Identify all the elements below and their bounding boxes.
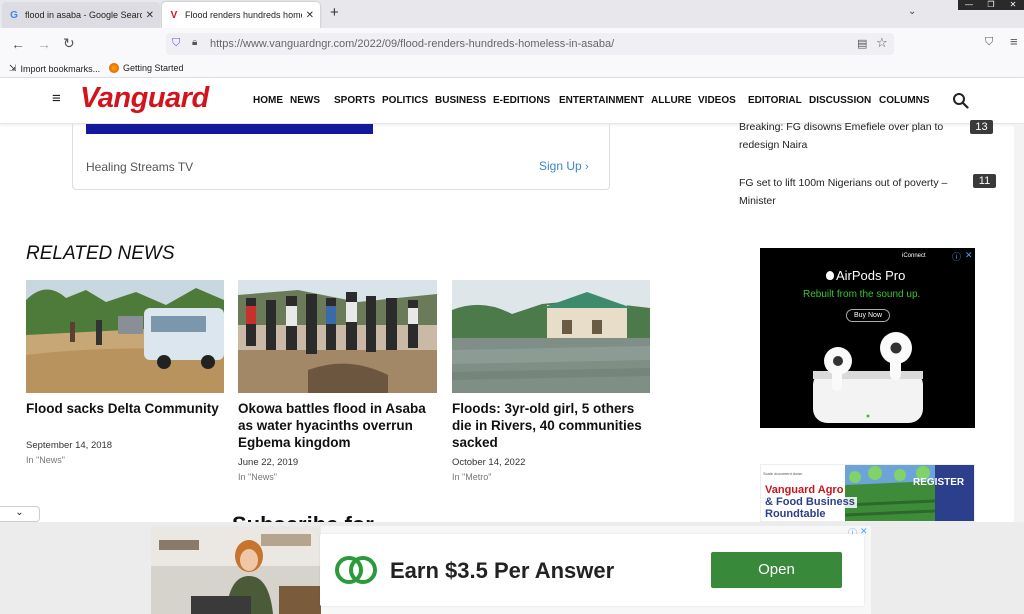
related-category-3: In "Metro" xyxy=(452,472,492,482)
related-title-3[interactable]: Floods: 3yr-old girl, 5 others die in Ri… xyxy=(452,400,652,451)
tab-vanguard-article[interactable]: V Flood renders hundreds homeless in Asa… xyxy=(162,2,320,28)
apple-logo-icon xyxy=(826,271,834,280)
bookmark-label: Getting Started xyxy=(123,63,184,73)
sponsor-name: Healing Streams TV xyxy=(86,160,194,174)
sign-up-label: Sign Up xyxy=(539,159,582,173)
airpods-brand: AirPods Pro xyxy=(826,268,905,283)
nav-sports[interactable]: SPORTS xyxy=(334,95,375,106)
related-title-2[interactable]: Okowa battles flood in Asaba as water hy… xyxy=(238,400,438,451)
airpods-ad[interactable]: iConnect ⓘ ✕ AirPods Pro Rebuilt from th… xyxy=(760,248,975,428)
agro-title-2: & Food Business xyxy=(763,496,857,508)
import-icon: ⇲ xyxy=(9,63,17,73)
window-controls: — ❐ ✕ xyxy=(958,0,1024,10)
nav-home[interactable]: HOME xyxy=(253,95,283,106)
url-text[interactable]: https://www.vanguardngr.com/2022/09/floo… xyxy=(210,38,614,50)
related-date-1: September 14, 2018 xyxy=(26,440,113,451)
agro-title-3: Roundtable xyxy=(763,508,828,520)
reload-icon[interactable]: ↻ xyxy=(63,35,75,52)
back-icon[interactable]: ← xyxy=(11,36,25,52)
related-title-1[interactable]: Flood sacks Delta Community xyxy=(26,400,226,417)
ad-info-icon[interactable]: ⓘ xyxy=(952,250,961,263)
sign-up-link[interactable]: Sign Up › xyxy=(539,159,589,173)
earn-ad-headline: Earn $3.5 Per Answer xyxy=(390,558,615,583)
search-icon[interactable] xyxy=(952,92,969,109)
tab-title: Flood renders hundreds homeless in Asaba xyxy=(185,10,302,20)
related-date-2: June 22, 2019 xyxy=(238,457,299,468)
interlocking-rings-logo-icon xyxy=(335,556,377,584)
tab-title: flood in asaba - Google Search xyxy=(25,10,142,20)
nav-business[interactable]: BUSINESS xyxy=(435,95,486,106)
close-tab-icon[interactable]: ✕ xyxy=(306,10,314,21)
open-button[interactable]: Open xyxy=(711,552,842,588)
reader-view-icon[interactable]: ▤ xyxy=(857,37,867,50)
nav-videos[interactable]: VIDEOS xyxy=(698,95,736,106)
rank-badge: 13 xyxy=(970,120,993,134)
bookmark-import[interactable]: ⇲ Import bookmarks... xyxy=(9,63,100,74)
close-tab-icon[interactable]: ✕ xyxy=(146,10,154,21)
ad-partner: iConnect xyxy=(902,253,926,259)
nav-editorial[interactable]: EDITORIAL xyxy=(748,95,802,106)
pocket-icon[interactable]: ⛉ xyxy=(985,36,993,49)
related-category-1: In "News" xyxy=(26,455,65,465)
register-label[interactable]: REGISTER xyxy=(913,477,964,488)
nav-entertainment[interactable]: ENTERTAINMENT xyxy=(559,95,644,106)
airpods-tagline: Rebuilt from the sound up. xyxy=(803,289,921,300)
maximize-icon[interactable]: ❐ xyxy=(980,0,1002,10)
bookmark-star-icon[interactable]: ☆ xyxy=(876,35,888,51)
related-news-heading: RELATED NEWS xyxy=(26,243,175,264)
google-icon: G xyxy=(10,9,18,21)
site-logo[interactable]: Vanguard xyxy=(80,82,209,115)
nav-e-editions[interactable]: E-EDITIONS xyxy=(493,95,550,106)
nav-news[interactable]: NEWS xyxy=(290,95,320,106)
nav-allure[interactable]: ALLURE xyxy=(651,95,692,106)
agro-fine-print: Scale document down xyxy=(763,471,803,476)
airpods-product-image xyxy=(813,332,923,423)
buy-now-button[interactable]: Buy Now xyxy=(846,309,890,322)
page-scrollbar[interactable] xyxy=(1014,124,1024,522)
related-category-2: In "News" xyxy=(238,472,277,482)
close-window-icon[interactable]: ✕ xyxy=(1002,0,1024,10)
ad-close-icon[interactable]: ✕ xyxy=(965,250,973,261)
ad-photo-woman-laptop xyxy=(151,526,321,614)
tab-google-search[interactable]: G flood in asaba - Google Search ✕ xyxy=(2,2,160,28)
farm-image xyxy=(845,465,935,521)
rank-badge: 11 xyxy=(973,174,996,188)
sponsor-card xyxy=(72,124,610,190)
related-date-3: October 14, 2022 xyxy=(452,457,526,468)
trending-item[interactable]: Breaking: FG disowns Emefiele over plan … xyxy=(739,118,967,154)
chevron-right-icon: › xyxy=(585,161,589,173)
nav-politics[interactable]: POLITICS xyxy=(382,95,428,106)
shield-icon[interactable]: ⛉ xyxy=(172,37,180,50)
bookmark-label: Import bookmarks... xyxy=(20,63,101,74)
collapse-ad-button[interactable]: ⌄ xyxy=(0,506,40,522)
chevron-down-icon: ⌄ xyxy=(15,507,24,518)
vanguard-agro-ad[interactable]: REGISTER Scale document down Vanguard Ag… xyxy=(760,464,975,522)
forward-icon[interactable]: → xyxy=(37,36,51,52)
nav-discussion[interactable]: DISCUSSION xyxy=(809,95,871,106)
agro-title-1: Vanguard Agro xyxy=(763,484,846,496)
lock-icon[interactable]: 🔒︎ xyxy=(192,37,197,48)
hamburger-menu-icon[interactable]: ≡ xyxy=(52,90,61,107)
nav-columns[interactable]: COLUMNS xyxy=(879,95,930,106)
bookmark-getting-started[interactable]: Getting Started xyxy=(109,63,184,73)
minimize-icon[interactable]: — xyxy=(958,0,980,10)
related-thumbnail-3[interactable] xyxy=(452,280,650,393)
airpods-brand-text: AirPods Pro xyxy=(836,268,906,283)
firefox-icon xyxy=(109,63,119,73)
related-thumbnail-1[interactable] xyxy=(26,280,224,393)
new-tab-icon[interactable]: + xyxy=(330,4,339,21)
vanguard-favicon: V xyxy=(170,9,178,21)
menu-icon[interactable]: ≡ xyxy=(1010,34,1018,49)
list-tabs-icon[interactable]: ⌄ xyxy=(908,6,916,17)
trending-item[interactable]: FG set to lift 100m Nigerians out of pov… xyxy=(739,174,967,210)
related-thumbnail-2[interactable] xyxy=(238,280,437,393)
